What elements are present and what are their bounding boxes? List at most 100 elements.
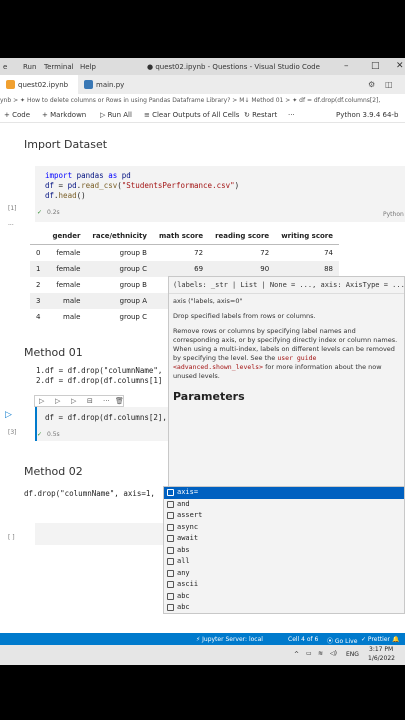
suggestion-item[interactable]: await (164, 533, 404, 545)
title-bar: e Run Terminal Help ● quest02.ipynb - Qu… (0, 58, 405, 75)
clock-time[interactable]: 3:17 PM (369, 646, 393, 653)
python-icon (84, 80, 93, 89)
close-icon[interactable]: ✕ (396, 61, 404, 71)
table-header: race/ethnicity (86, 228, 153, 245)
success-check-icon: ✓ (37, 431, 43, 438)
table-cell: 2 (36, 281, 41, 289)
method01-text-line2: 2.df = df.drop(df.columns[1] (36, 376, 163, 385)
markdown-heading-import: Import Dataset (24, 138, 108, 151)
more-actions-icon[interactable]: ··· (103, 397, 110, 405)
function-icon (167, 581, 174, 588)
prettier-status[interactable]: ✓ Prettier (361, 636, 390, 643)
breadcrumb[interactable]: ynb > ✦ How to delete columns or Rows in… (0, 94, 405, 107)
table-cell: 74 (324, 249, 334, 257)
table-row: 1 female group C 69 90 88 (30, 261, 340, 277)
suggestion-item[interactable]: abs (164, 545, 404, 557)
keyword-icon (167, 512, 174, 519)
parameters-heading: Parameters (173, 390, 245, 403)
cell-1-code[interactable]: import pandas as pd df = pd.read_csv("St… (45, 171, 239, 201)
table-cell: 72 (194, 249, 204, 257)
volume-icon[interactable]: ◁) (330, 650, 337, 657)
suggestion-label: all (177, 557, 190, 565)
suggestion-item[interactable]: abc (164, 602, 404, 614)
suggestion-item[interactable]: async (164, 522, 404, 534)
menu-run[interactable]: Run (23, 63, 36, 71)
kernel-picker[interactable]: Python 3.9.4 64-b (336, 111, 398, 119)
tab-main-py[interactable]: main.py (78, 75, 148, 94)
suggestion-label: async (177, 522, 199, 531)
success-check-icon: ✓ (37, 209, 43, 216)
notebook-icon (6, 80, 15, 89)
minimize-icon[interactable]: – (344, 61, 349, 71)
cell-2-code[interactable]: df = df.drop(df.columns[2], a (45, 413, 176, 423)
add-markdown-button[interactable]: + Markdown (42, 111, 86, 119)
hover-param: axis ("labels, axis=0" (173, 297, 243, 305)
go-live-button[interactable]: ⦿ Go Live (327, 636, 357, 645)
maximize-icon[interactable]: □ (371, 61, 380, 71)
tab-quest02[interactable]: quest02.ipynb (0, 75, 78, 94)
suggestion-label: assert (177, 511, 203, 519)
function-icon (167, 569, 174, 577)
module-icon (167, 604, 174, 611)
method02-text: df.drop("columnName", axis=1, (24, 489, 155, 498)
table-cell: 90 (209, 261, 276, 277)
suggestion-item[interactable]: ascii (164, 579, 404, 591)
vscode-window: e Run Terminal Help ● quest02.ipynb - Qu… (0, 58, 405, 665)
jupyter-server-status[interactable]: ⚡ Jupyter Server: local (196, 636, 263, 643)
execute-below-icon[interactable]: ▷ (71, 397, 76, 405)
add-code-button[interactable]: + Code (4, 111, 30, 119)
suggestion-label: ascii (177, 580, 199, 588)
suggestion-item[interactable]: abc (164, 591, 404, 603)
table-header: math score (152, 228, 210, 245)
split-editor-icon[interactable]: ◫ (385, 80, 393, 89)
settings-icon[interactable]: ⚙ (368, 80, 375, 89)
clear-outputs-button[interactable]: ≡ Clear Outputs of All Cells (144, 111, 239, 119)
table-cell: 72 (260, 249, 270, 257)
more-icon[interactable]: ··· (288, 111, 295, 119)
tray-chevron-icon[interactable]: ^ (294, 651, 299, 658)
network-icon[interactable]: ▭ (306, 650, 312, 657)
suggestion-item[interactable]: axis= (164, 487, 404, 499)
cell-position[interactable]: Cell 4 of 6 (288, 636, 318, 643)
menu-edit[interactable]: e (3, 63, 7, 71)
menu-terminal[interactable]: Terminal (44, 63, 74, 71)
run-by-line-icon[interactable]: ▷ (39, 397, 44, 405)
hover-description: Remove rows or columns by specifying lab… (169, 324, 404, 384)
suggestion-label: and (177, 499, 190, 508)
module-icon (167, 592, 174, 600)
cell-1-exec-count: [1] (8, 205, 17, 212)
run-cell-icon[interactable]: ▷ (5, 410, 12, 420)
clock-date[interactable]: 1/6/2022 (368, 655, 395, 662)
wifi-icon[interactable]: ≋ (318, 650, 323, 657)
suggestion-item[interactable]: and (164, 499, 404, 511)
tab-bar: quest02.ipynb main.py ⚙ ◫ (0, 75, 405, 94)
table-cell: female (56, 281, 81, 289)
execute-above-icon[interactable]: ▷ (55, 397, 60, 405)
run-all-button[interactable]: ▷ Run All (100, 111, 132, 119)
restart-button[interactable]: ↻ Restart (244, 111, 277, 119)
autocomplete-list: axis= and assert async await abs all any… (163, 486, 405, 614)
table-cell: 88 (275, 261, 340, 277)
menu-help[interactable]: Help (80, 63, 96, 71)
language-indicator[interactable]: ENG (346, 651, 359, 658)
cell-language[interactable]: Python (383, 211, 404, 218)
signature: (labels: _str | List | None = ..., axis:… (169, 277, 404, 294)
markdown-heading-method01: Method 01 (24, 346, 83, 359)
table-header: reading score (209, 228, 276, 245)
output-menu-icon[interactable]: ··· (8, 222, 14, 229)
suggestion-label: abc (177, 603, 190, 611)
table-cell: group B (119, 249, 147, 257)
tab-label: quest02.ipynb (18, 81, 69, 89)
suggestion-item[interactable]: any (164, 568, 404, 580)
suggestion-label: abc (177, 591, 190, 600)
table-cell: 1 (30, 261, 47, 277)
suggestion-item[interactable]: all (164, 556, 404, 568)
table-cell: female (46, 261, 87, 277)
table-header: writing score (275, 228, 340, 245)
suggestion-item[interactable]: assert (164, 510, 404, 522)
code-cell-1[interactable]: import pandas as pd df = pd.read_csv("St… (35, 166, 405, 222)
split-cell-icon[interactable]: ⊟ (87, 397, 93, 405)
method01-text-line1: 1.df = df.drop("columnName", (36, 366, 163, 375)
delete-cell-icon[interactable]: 🗑 (115, 397, 124, 405)
notifications-icon[interactable]: 🔔 (392, 636, 399, 643)
